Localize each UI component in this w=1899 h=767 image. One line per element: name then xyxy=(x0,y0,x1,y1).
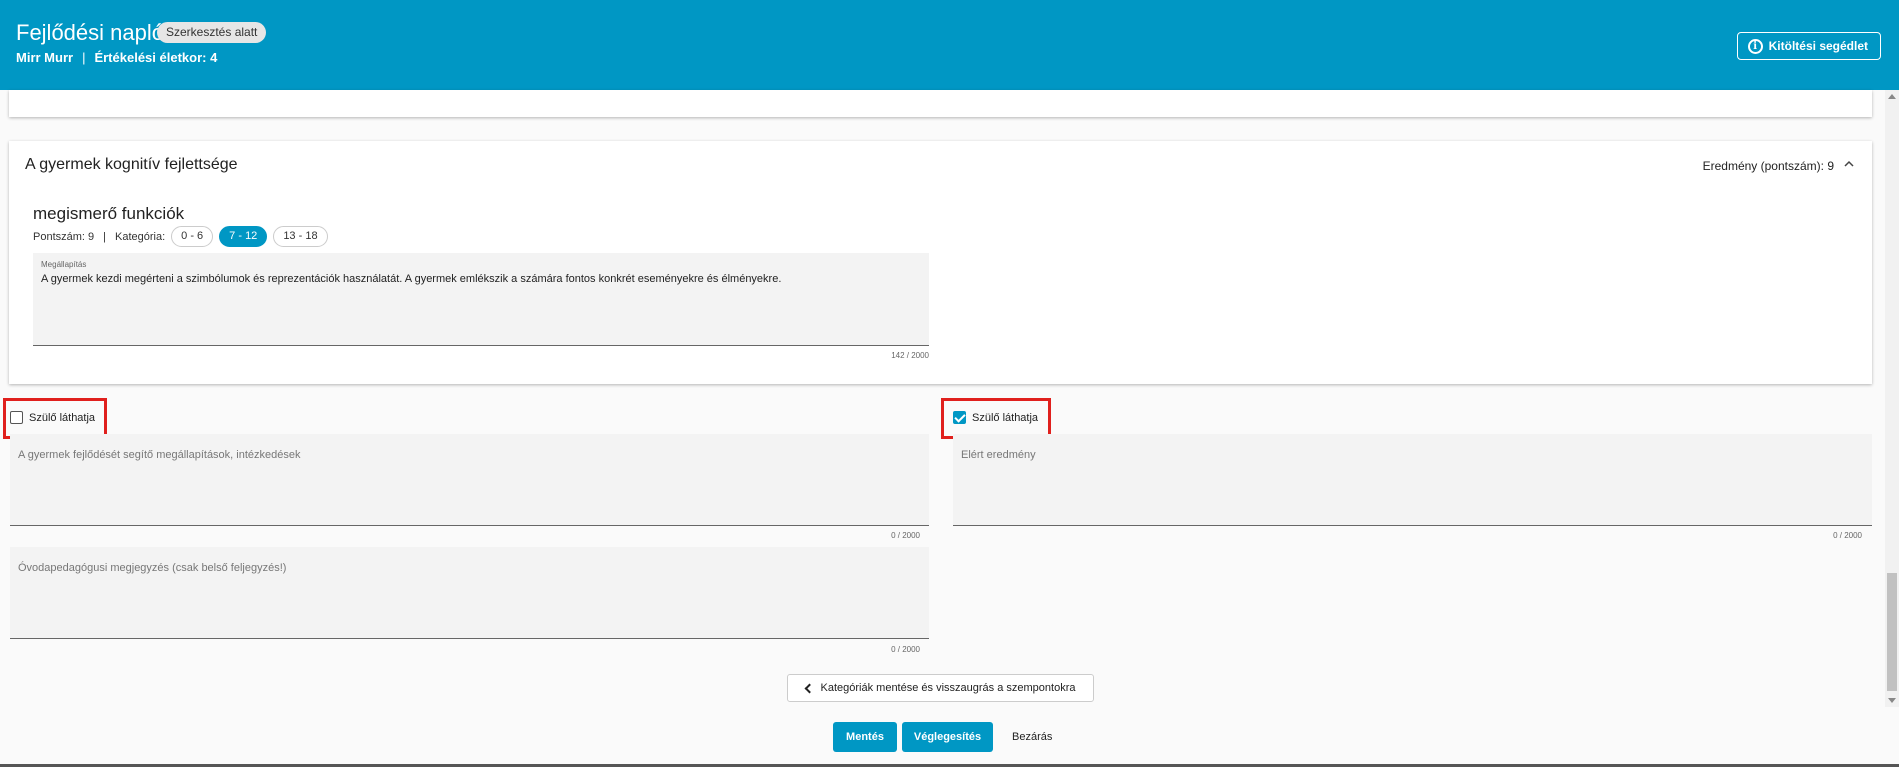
chevron-up-icon[interactable] xyxy=(1843,158,1855,170)
close-button[interactable]: Bezárás xyxy=(1012,722,1052,752)
category-label: Kategória: xyxy=(115,230,166,243)
measures-field-placeholder: A gyermek fejlődését segítő megállapítás… xyxy=(18,449,301,461)
teacher-note-placeholder: Óvodapedagógusi megjegyzés (csak belső f… xyxy=(18,562,287,574)
info-icon: i xyxy=(1747,38,1763,54)
header-separator: | xyxy=(82,50,86,65)
achieved-result-field[interactable]: Elért eredmény xyxy=(953,434,1872,526)
section-result: Eredmény (pontszám): 9 xyxy=(1702,159,1834,173)
checkbox-checked-icon[interactable] xyxy=(953,411,966,424)
achieved-result-counter: 0 / 2000 xyxy=(1833,531,1862,540)
scrollbar[interactable] xyxy=(1885,90,1899,707)
back-button-label: Kategóriák mentése és visszaugrás a szem… xyxy=(820,682,1076,694)
left-checkbox-label: Szülő láthatja xyxy=(29,411,96,424)
meta-separator: | xyxy=(103,230,106,243)
category-chip-7-12[interactable]: 7 - 12 xyxy=(219,226,268,247)
finalize-button[interactable]: Véglegesítés xyxy=(902,722,993,752)
measures-field[interactable]: A gyermek fejlődését segítő megállapítás… xyxy=(10,434,929,526)
save-button[interactable]: Mentés xyxy=(833,722,897,752)
previous-section-card xyxy=(9,90,1872,117)
achieved-result-placeholder: Elért eredmény xyxy=(961,449,1036,461)
item-meta: Pontszám: 9 | Kategória: 0 - 6 7 - 12 13… xyxy=(33,226,328,247)
category-chip-13-18[interactable]: 13 - 18 xyxy=(273,226,328,247)
item-title: megismerő funkciók xyxy=(33,204,185,223)
finding-field-label: Megállapítás xyxy=(41,260,87,269)
section-title: A gyermek kognitív fejlettsége xyxy=(25,156,238,173)
finding-field[interactable]: Megállapítás A gyermek kezdi megérteni a… xyxy=(33,253,929,346)
teacher-note-counter: 0 / 2000 xyxy=(891,645,920,654)
finding-field-value: A gyermek kezdi megérteni a szimbólumok … xyxy=(41,273,782,285)
left-parent-visible-checkbox[interactable]: Szülő láthatja xyxy=(10,411,95,424)
help-button-label: Kitöltési segédlet xyxy=(1768,39,1868,53)
page-title: Fejlődési napló xyxy=(16,20,164,45)
save-categories-back-button[interactable]: Kategóriák mentése és visszaugrás a szem… xyxy=(787,674,1094,702)
app-header: Fejlődési napló Szerkesztés alatt Mirr M… xyxy=(0,0,1899,90)
evaluation-age: Értékelési életkor: 4 xyxy=(94,50,218,65)
finding-counter: 142 / 2000 xyxy=(891,351,929,360)
child-name: Mirr Murr xyxy=(16,50,74,65)
scroll-down-icon[interactable] xyxy=(1888,698,1896,703)
status-badge: Szerkesztés alatt xyxy=(157,22,267,43)
category-chip-0-6[interactable]: 0 - 6 xyxy=(171,226,214,247)
teacher-note-field[interactable]: Óvodapedagógusi megjegyzés (csak belső f… xyxy=(10,547,929,639)
section-card: A gyermek kognitív fejlettsége Eredmény … xyxy=(9,141,1872,384)
checkbox-unchecked-icon[interactable] xyxy=(10,411,23,424)
scrollbar-thumb[interactable] xyxy=(1887,573,1897,691)
header-subtitle: Mirr Murr | Értékelési életkor: 4 xyxy=(16,50,217,65)
right-parent-visible-checkbox[interactable]: Szülő láthatja xyxy=(953,411,1038,424)
measures-counter: 0 / 2000 xyxy=(891,531,920,540)
score-label: Pontszám: 9 xyxy=(33,230,95,243)
chevron-left-icon xyxy=(804,683,814,693)
scroll-up-icon[interactable] xyxy=(1888,94,1896,99)
help-button[interactable]: i Kitöltési segédlet xyxy=(1736,32,1881,60)
right-checkbox-label: Szülő láthatja xyxy=(972,411,1039,424)
